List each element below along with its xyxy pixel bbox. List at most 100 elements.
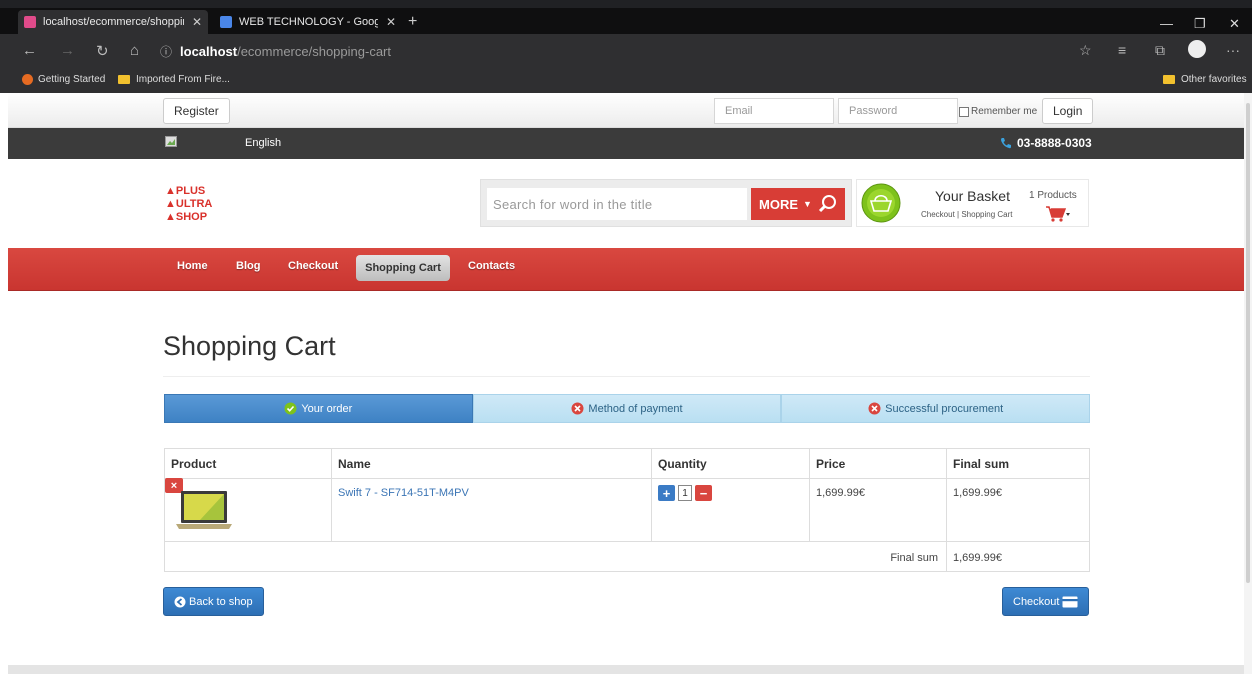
logo-mark-icon: ▲ <box>165 211 176 223</box>
vertical-scrollbar[interactable] <box>1244 93 1252 674</box>
login-button[interactable]: Login <box>1042 98 1094 124</box>
horizontal-scrollbar[interactable] <box>8 665 1244 674</box>
basket-icon <box>861 183 901 223</box>
header-name: Name <box>331 448 652 479</box>
main-nav: Home Blog Checkout Shopping Cart Contact… <box>8 248 1244 291</box>
webpage: Register Email Password Remember me Logi… <box>8 93 1244 665</box>
total-label: Final sum <box>890 551 938 564</box>
check-circle-icon <box>284 402 297 415</box>
bookmark-imported[interactable]: Imported From Fire... <box>118 74 230 85</box>
phone-icon <box>1001 138 1011 149</box>
tab-google-docs[interactable]: WEB TECHNOLOGY - Google Do ✕ <box>214 10 402 34</box>
step-label: Method of payment <box>588 402 683 415</box>
remember-label: Remember me <box>971 106 1038 117</box>
url-field[interactable]: ⓘ localhost /ecommerce/shopping-cart <box>160 38 1100 64</box>
logo-mark-icon: ▲ <box>165 185 176 197</box>
site-favicon-icon <box>24 16 36 28</box>
cart-icon[interactable] <box>1045 205 1071 223</box>
header-product: Product <box>164 448 332 479</box>
checkout-steps: Your order Method of payment Successful … <box>164 394 1091 423</box>
browser-chrome: localhost/ecommerce/shopping ✕ WEB TECHN… <box>0 0 1252 93</box>
logo-text: SHOP <box>175 211 208 223</box>
caret-down-icon: ▼ <box>803 199 812 209</box>
logo-mark-icon: ▲ <box>165 198 176 210</box>
profile-avatar[interactable] <box>1188 40 1206 58</box>
increase-quantity-button[interactable]: + <box>658 485 675 501</box>
collections-icon[interactable]: ⧉ <box>1155 42 1165 59</box>
header-price: Price <box>809 448 947 479</box>
table-row: × Swift 7 - SF714-51T-M4PV + 1 − 1,699.9… <box>164 478 1090 542</box>
bookmark-label: Other favorites <box>1181 74 1247 85</box>
favorites-list-icon[interactable]: ≡ <box>1118 42 1126 58</box>
refresh-icon[interactable]: ↻ <box>96 42 109 60</box>
nav-shopping-cart[interactable]: Shopping Cart <box>356 255 450 281</box>
step-successful-procurement[interactable]: Successful procurement <box>781 394 1091 423</box>
url-path: /ecommerce/shopping-cart <box>237 43 391 59</box>
circle-arrow-left-icon <box>174 596 186 607</box>
product-image-cell: × <box>164 478 332 542</box>
nav-checkout[interactable]: Checkout <box>288 260 338 272</box>
url-host: localhost <box>180 43 238 59</box>
decrease-quantity-button[interactable]: − <box>695 485 712 501</box>
step-method-of-payment[interactable]: Method of payment <box>472 394 782 423</box>
bookmark-other-favorites[interactable]: Other favorites <box>1163 74 1247 85</box>
new-tab-button[interactable]: + <box>408 13 417 31</box>
remember-me-checkbox[interactable]: Remember me <box>959 106 1037 117</box>
more-menu-icon[interactable]: ··· <box>1226 42 1240 58</box>
back-to-shop-button[interactable]: Back to shop <box>163 587 264 616</box>
search-box: Search for word in the title MORE ▼ <box>480 179 852 227</box>
basket-checkout-link[interactable]: Checkout <box>921 210 955 219</box>
basket-cart-link[interactable]: Shopping Cart <box>961 210 1012 219</box>
home-icon[interactable]: ⌂ <box>130 42 139 59</box>
close-window-button[interactable]: ✕ <box>1229 16 1240 32</box>
maximize-button[interactable]: ❐ <box>1194 16 1206 32</box>
broken-image-icon <box>165 136 177 147</box>
total-value: 1,699.99€ <box>953 551 1002 564</box>
tab-strip: localhost/ecommerce/shopping ✕ WEB TECHN… <box>0 8 1252 34</box>
scrollbar-thumb[interactable] <box>1246 103 1250 583</box>
language-selector[interactable]: English <box>245 137 281 149</box>
quantity-value[interactable]: 1 <box>678 485 692 501</box>
forward-arrow-icon[interactable]: → <box>60 42 75 59</box>
logo-text: ULTRA <box>175 198 213 210</box>
search-input[interactable]: Search for word in the title <box>487 188 747 220</box>
password-field[interactable]: Password <box>838 98 958 124</box>
basket-widget[interactable]: Your Basket 1 Products Checkout | Shoppi… <box>856 179 1089 227</box>
checkout-button[interactable]: Checkout <box>1002 587 1090 616</box>
product-name-cell: Swift 7 - SF714-51T-M4PV <box>331 478 652 542</box>
tab-shopping-cart[interactable]: localhost/ecommerce/shopping ✕ <box>18 10 208 34</box>
close-tab-icon[interactable]: ✕ <box>192 15 202 29</box>
step-your-order[interactable]: Your order <box>164 394 473 423</box>
tab-title: localhost/ecommerce/shopping <box>43 16 184 28</box>
quantity-cell: + 1 − <box>651 478 810 542</box>
close-tab-icon[interactable]: ✕ <box>386 15 396 29</box>
site-header: ▲PLUS ▲ULTRA ▲SHOP Search for word in th… <box>8 159 1244 248</box>
firefox-icon <box>22 74 33 85</box>
step-label: Your order <box>301 402 353 415</box>
nav-blog[interactable]: Blog <box>236 260 260 272</box>
total-row: Final sum 1,699.99€ <box>164 541 1090 572</box>
favorite-star-icon[interactable]: ☆ <box>1079 42 1092 59</box>
basket-links: Checkout | Shopping Cart <box>921 210 1013 219</box>
step-label: Successful procurement <box>885 402 1004 415</box>
product-name-link[interactable]: Swift 7 - SF714-51T-M4PV <box>338 487 469 499</box>
minimize-button[interactable]: — <box>1160 16 1173 31</box>
nav-contacts[interactable]: Contacts <box>468 260 515 272</box>
nav-home[interactable]: Home <box>177 260 208 272</box>
total-label-cell: Final sum <box>164 541 947 572</box>
price-value: 1,699.99€ <box>816 487 865 499</box>
bookmark-getting-started[interactable]: Getting Started <box>22 74 105 85</box>
back-arrow-icon[interactable]: ← <box>22 42 37 59</box>
checkbox-icon[interactable] <box>959 106 969 117</box>
basket-count: 1 Products <box>1029 190 1077 201</box>
site-logo[interactable]: ▲PLUS ▲ULTRA ▲SHOP <box>165 185 212 224</box>
bookmarks-bar: Getting Started Imported From Fire... Ot… <box>0 68 1252 93</box>
cart-table: Product Name Quantity Price Final sum × <box>164 448 1090 572</box>
price-cell: 1,699.99€ <box>809 478 947 542</box>
email-field[interactable]: Email <box>714 98 834 124</box>
bookmark-label: Getting Started <box>38 74 106 85</box>
search-more-button[interactable]: MORE ▼ <box>751 188 845 220</box>
laptop-image[interactable] <box>175 489 233 531</box>
search-icon <box>818 195 836 213</box>
register-button[interactable]: Register <box>163 98 230 124</box>
